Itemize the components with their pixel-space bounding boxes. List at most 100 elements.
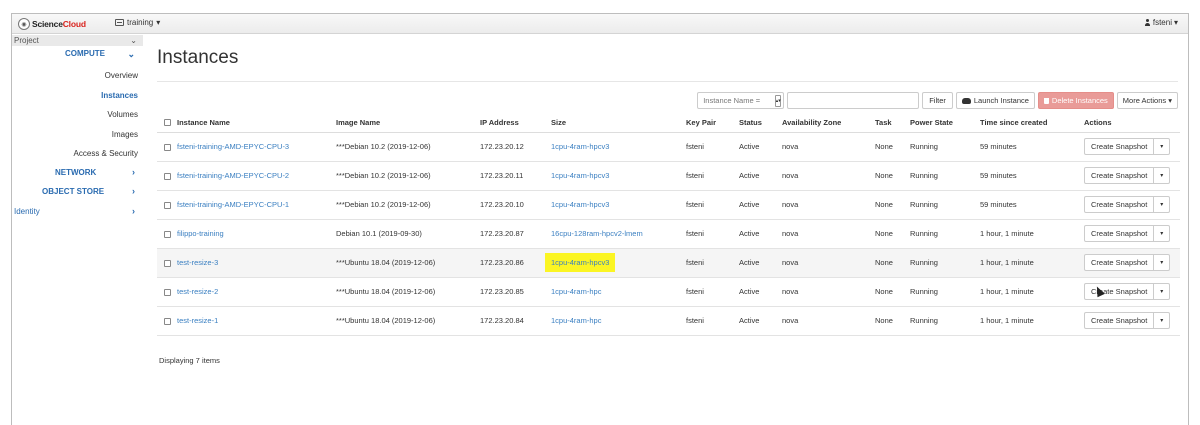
create-snapshot-button[interactable]: Create Snapshot (1085, 197, 1155, 212)
chevron-right-icon: › (132, 186, 135, 196)
actions-caret-button[interactable]: ▾ (1154, 255, 1169, 270)
sidebar-item-volumes[interactable]: Volumes (107, 110, 138, 119)
size-link[interactable]: 1cpu-4ram-hpc (551, 287, 601, 296)
instance-name-link[interactable]: filippo-training (177, 229, 224, 238)
size-link[interactable]: 1cpu-4ram-hpcv3 (551, 171, 609, 180)
actions-caret-button[interactable]: ▾ (1154, 168, 1169, 183)
table-row: filippo-training Debian 10.1 (2019-09-30… (157, 219, 1180, 249)
chevron-down-icon: ⌄ (127, 49, 135, 59)
image-name-cell: Debian 10.1 (2019-09-30) (336, 219, 480, 249)
row-checkbox[interactable] (164, 172, 171, 180)
table-row: fsteni-training-AMD-EPYC-CPU-1 ***Debian… (157, 190, 1180, 220)
column-header-time[interactable]: Time since created (980, 113, 1084, 133)
key-pair-cell: fsteni (686, 132, 739, 162)
sidebar-item-object-store[interactable]: OBJECT STORE (42, 187, 104, 196)
actions-caret-button[interactable]: ▾ (1154, 313, 1169, 328)
sidebar-item-compute[interactable]: COMPUTE (65, 49, 105, 58)
row-checkbox[interactable] (164, 317, 171, 325)
image-name-cell: ***Ubuntu 18.04 (2019-12-06) (336, 248, 480, 278)
items-count: Displaying 7 items (159, 356, 220, 365)
column-header-size[interactable]: Size (551, 113, 686, 133)
sciencecloud-logo[interactable]: ◉ ScienceCloud (18, 18, 104, 30)
logo-text: ScienceCloud (32, 19, 86, 29)
cloud-upload-icon (961, 97, 971, 104)
create-snapshot-button[interactable]: Create Snapshot (1085, 139, 1155, 154)
column-header-zone[interactable]: Availability Zone (782, 113, 875, 133)
ip-address-cell: 172.23.20.12 (480, 132, 551, 162)
instance-name-cell: fsteni-training-AMD-EPYC-CPU-1 (177, 190, 336, 220)
column-header-image[interactable]: Image Name (336, 113, 480, 133)
image-name-cell: ***Debian 10.2 (2019-12-06) (336, 132, 480, 162)
chevron-right-icon: › (132, 206, 135, 216)
actions-caret-button[interactable]: ▾ (1154, 197, 1169, 212)
filter-field-select[interactable]: Instance Name = ▴▾ (697, 92, 785, 109)
chevron-down-icon: ⌄ (130, 36, 137, 45)
column-header-name[interactable]: Instance Name (177, 113, 336, 133)
column-header-power[interactable]: Power State (910, 113, 980, 133)
row-checkbox[interactable] (164, 201, 171, 209)
select-all-checkbox[interactable] (164, 119, 171, 127)
image-name-cell: ***Debian 10.2 (2019-12-06) (336, 161, 480, 191)
launch-instance-button[interactable]: Launch Instance (955, 92, 1035, 109)
sidebar-item-overview[interactable]: Overview (105, 71, 138, 80)
create-snapshot-button[interactable]: Create Snapshot (1085, 226, 1155, 241)
user-dropdown[interactable]: fsteni ▾ (1144, 18, 1178, 27)
create-snapshot-button[interactable]: Create Snapshot (1085, 255, 1155, 270)
delete-instances-label: Delete Instances (1051, 96, 1108, 105)
trash-icon (1043, 97, 1049, 104)
sidebar-item-network[interactable]: NETWORK (55, 168, 96, 177)
time-cell: 1 hour, 1 minute (980, 248, 1084, 278)
actions-caret-button[interactable]: ▾ (1154, 226, 1169, 241)
zone-cell: nova (782, 219, 875, 249)
sidebar-item-images[interactable]: Images (112, 130, 138, 139)
size-link[interactable]: 16cpu-128ram-hpcv2-lmem (551, 229, 643, 238)
delete-instances-button[interactable]: Delete Instances (1037, 92, 1114, 109)
instance-name-link[interactable]: test-resize-1 (177, 316, 218, 325)
task-cell: None (875, 277, 910, 307)
row-checkbox[interactable] (164, 143, 171, 151)
size-link[interactable]: 1cpu-4ram-hpcv3 (551, 200, 609, 209)
column-header-task[interactable]: Task (875, 113, 910, 133)
row-checkbox[interactable] (164, 230, 171, 238)
sidebar-item-access-security[interactable]: Access & Security (74, 149, 138, 158)
zone-cell: nova (782, 277, 875, 307)
time-cell: 59 minutes (980, 190, 1084, 220)
filter-input[interactable] (787, 92, 920, 109)
power-state-cell: Running (910, 190, 980, 220)
actions-cell: Create Snapshot ▾ (1084, 219, 1180, 249)
more-actions-button[interactable]: More Actions ▾ (1116, 92, 1178, 109)
table-row: test-resize-2 ***Ubuntu 18.04 (2019-12-0… (157, 277, 1180, 307)
sidebar-item-identity[interactable]: Identity (14, 207, 40, 216)
row-checkbox[interactable] (164, 288, 171, 296)
ip-address-cell: 172.23.20.10 (480, 190, 551, 220)
row-checkbox[interactable] (164, 259, 171, 267)
column-header-key-pair[interactable]: Key Pair (686, 113, 739, 133)
key-pair-cell: fsteni (686, 219, 739, 249)
size-link-highlighted[interactable]: 1cpu-4ram-hpcv3 (545, 253, 616, 272)
sidebar-item-instances[interactable]: Instances (101, 91, 138, 100)
ip-address-cell: 172.23.20.86 (480, 248, 551, 278)
select-all-cell (157, 113, 177, 133)
create-snapshot-button[interactable]: Create Snapshot (1085, 313, 1155, 328)
power-state-cell: Running (910, 132, 980, 162)
size-link[interactable]: 1cpu-4ram-hpc (551, 316, 601, 325)
size-link[interactable]: 1cpu-4ram-hpcv3 (551, 142, 609, 151)
instance-name-link[interactable]: fsteni-training-AMD-EPYC-CPU-2 (177, 171, 289, 180)
sidebar-item-project[interactable]: Project ⌄ (12, 35, 143, 46)
project-dropdown[interactable]: training ▾ (115, 18, 160, 27)
key-pair-cell: fsteni (686, 277, 739, 307)
column-header-ip[interactable]: IP Address (480, 113, 551, 133)
power-state-cell: Running (910, 219, 980, 249)
actions-caret-button[interactable]: ▾ (1154, 284, 1169, 299)
instance-name-link[interactable]: fsteni-training-AMD-EPYC-CPU-1 (177, 200, 289, 209)
column-header-status[interactable]: Status (739, 113, 782, 133)
instance-name-link[interactable]: test-resize-3 (177, 258, 218, 267)
snapshot-button-group: Create Snapshot ▾ (1084, 254, 1171, 271)
filter-button[interactable]: Filter (922, 92, 953, 109)
create-snapshot-button[interactable]: Create Snapshot (1085, 168, 1155, 183)
instance-name-link[interactable]: test-resize-2 (177, 287, 218, 296)
actions-caret-button[interactable]: ▾ (1154, 139, 1169, 154)
time-cell: 1 hour, 1 minute (980, 306, 1084, 336)
instance-name-link[interactable]: fsteni-training-AMD-EPYC-CPU-3 (177, 142, 289, 151)
user-name: fsteni (1152, 18, 1172, 27)
